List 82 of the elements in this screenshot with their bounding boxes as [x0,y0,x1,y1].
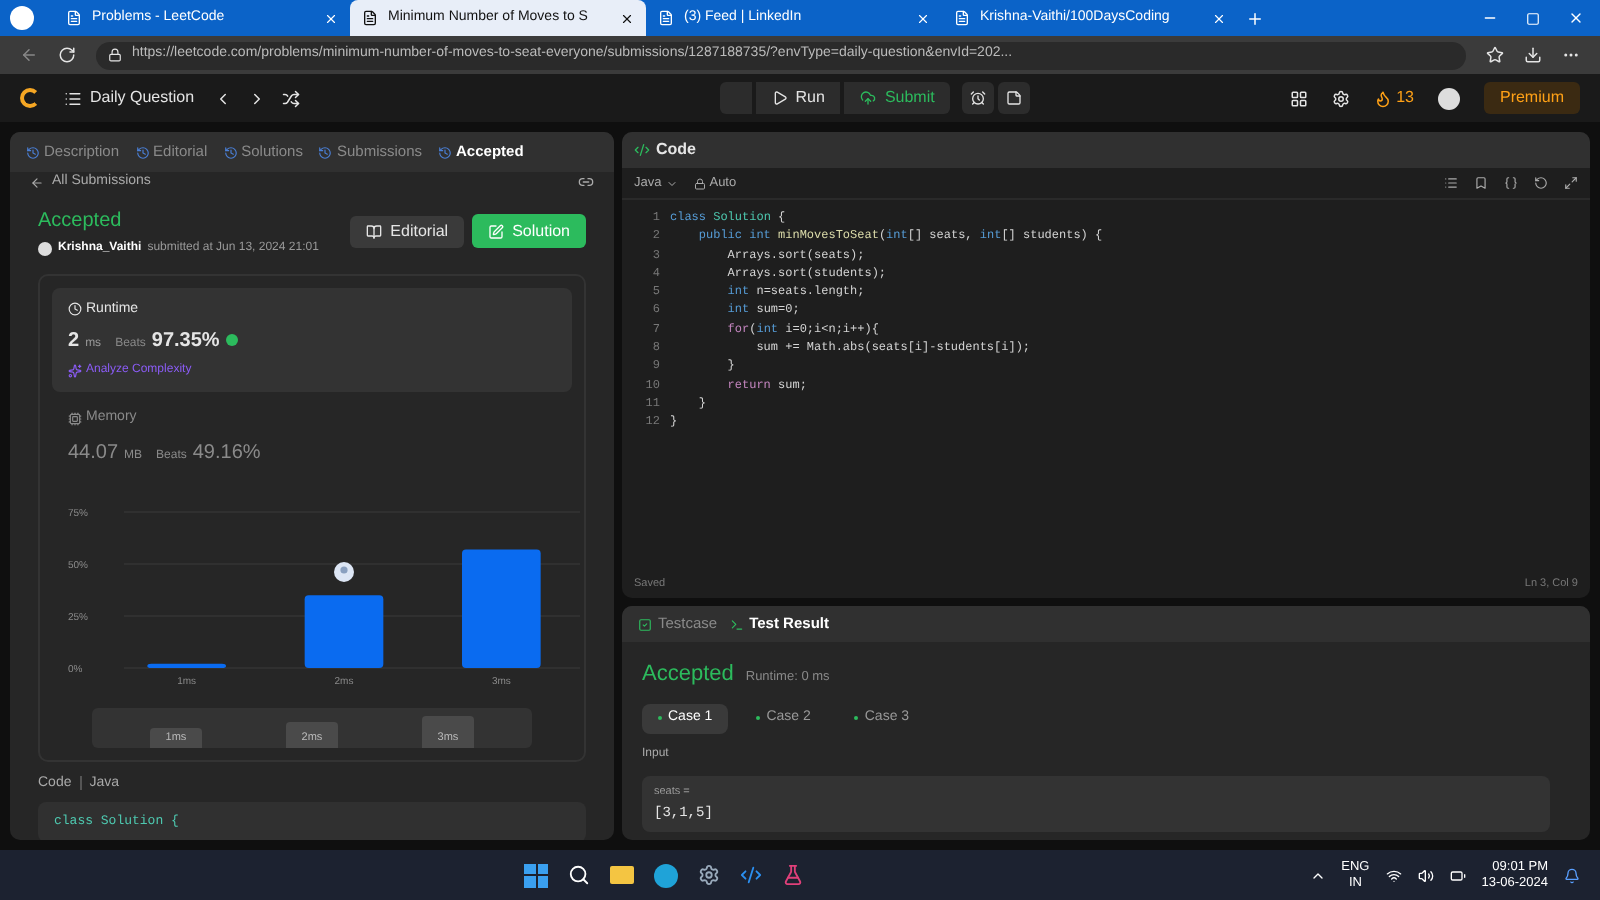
reset-icon [1534,176,1548,190]
tab-icon [135,145,150,159]
back-arrow-icon [30,175,44,190]
chart-bar [462,548,541,667]
wifi-icon [1385,867,1402,883]
premium-button[interactable]: Premium [1483,82,1580,114]
streak-flame-icon [1374,89,1393,107]
logo-icon[interactable] [20,88,40,108]
tab-close-icon [916,11,930,25]
tab-icon [26,145,40,159]
terminal-icon [729,617,744,631]
checkbox-icon [638,617,652,631]
tab-favicon-icon [66,10,82,26]
notification-icon [1564,867,1580,883]
tab-favicon-icon [362,10,378,26]
tab-favicon-icon [954,10,970,26]
editor-title: Code [656,138,696,162]
editorial-button[interactable]: Editorial [350,215,465,247]
tab-close-icon [620,11,634,25]
status-title: Accepted [38,207,124,235]
clock-icon [68,302,82,317]
reload-icon [58,46,76,64]
back-icon [20,46,38,64]
favorite-icon [1486,46,1504,64]
list-icon [64,89,82,107]
maximize-icon [1526,11,1540,25]
bookmark-icon [1474,176,1488,190]
browser-profile-icon[interactable] [10,6,34,30]
link-icon [578,174,594,191]
ide-app-icon [782,864,805,886]
settings-app-icon [698,864,721,886]
search-icon [568,864,591,886]
run-button[interactable]: Run [755,82,841,114]
braces-icon [1504,176,1518,190]
avatar-marker-icon [334,561,354,581]
notes-button[interactable] [998,82,1031,114]
submit-button[interactable]: Submit [844,82,951,114]
browser-app-icon[interactable] [654,863,679,887]
badge-icon [225,334,238,346]
memory-value: 44.07 [68,439,119,467]
streak-count: 13 [1396,86,1414,110]
runtime-value: 2 [68,328,80,356]
chart-bar [147,662,226,667]
runtime-beats: 97.35% [151,328,220,356]
layout-icon [1290,89,1309,107]
expand-icon [1564,176,1578,190]
tab-icon [318,145,333,159]
download-icon [1524,46,1542,64]
tab-icon [438,145,453,159]
alarm-clock-icon [970,90,987,106]
cloud-upload-icon [860,90,877,106]
code-icon [634,142,650,158]
tab-favicon-icon [658,10,674,26]
volume-icon [1417,867,1434,883]
user-avatar-icon [38,241,52,255]
note-icon [1006,90,1023,106]
folder-icon[interactable] [610,866,635,884]
avatar-icon[interactable] [1437,87,1460,109]
play-icon [771,90,788,106]
daily-question-link[interactable]: Daily Question [90,86,195,110]
tab-close-icon [324,11,338,25]
timer-button[interactable] [962,82,995,114]
chart-bar [304,594,384,667]
lock-icon [108,48,122,62]
windows-start-icon[interactable] [524,863,549,887]
shuffle-icon [282,89,301,107]
new-tab-icon [1246,9,1264,27]
edit-icon [488,223,505,239]
chevron-down-icon [665,177,678,189]
memory-icon [68,411,82,426]
close-icon [1568,10,1584,26]
battery-icon [1449,867,1466,883]
settings-icon [1332,89,1351,107]
tab-icon [223,145,238,159]
tab-close-icon [1212,11,1226,25]
lock-icon [693,177,706,189]
code-editor-app-icon [740,864,763,886]
format-icon [1444,176,1458,190]
book-icon [366,223,383,239]
sparkle-icon [68,364,82,378]
result-status: Accepted [642,660,734,690]
memory-beats: 49.16% [192,439,261,467]
